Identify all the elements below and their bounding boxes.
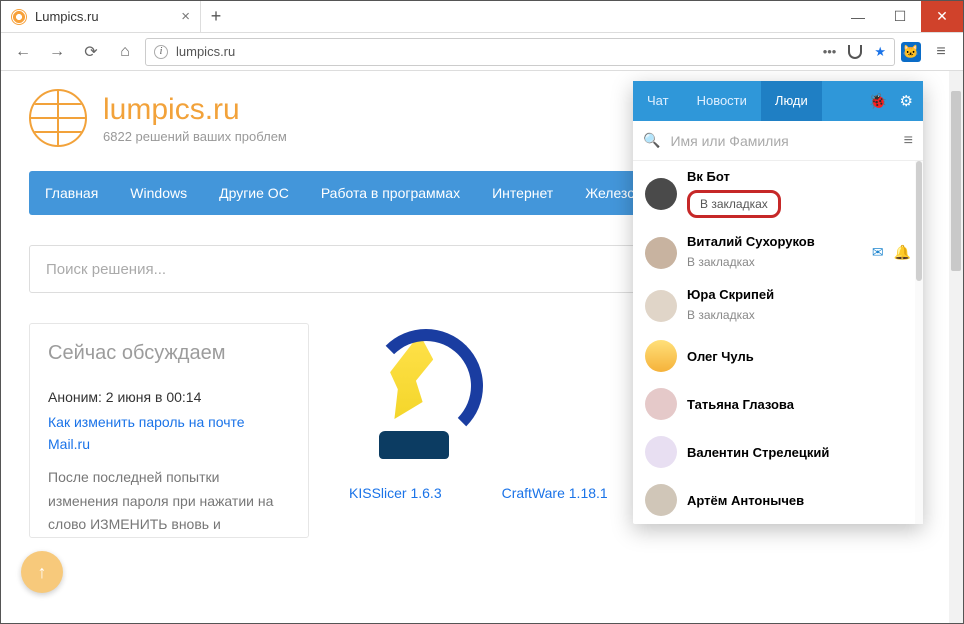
avatar [645, 484, 677, 516]
bell-icon[interactable]: 🔔 [894, 244, 911, 261]
discuss-body: После последней попытки изменения пароля… [48, 466, 290, 537]
person-name: Артём Антонычев [687, 493, 911, 508]
item-name: CraftWare 1.18.1 [502, 485, 608, 501]
site-name: lumpics.ru [103, 93, 287, 127]
person-row[interactable]: Татьяна Глазова [633, 380, 923, 428]
person-name: Юра Скрипей [687, 287, 911, 302]
discuss-heading: Сейчас обсуждаем [48, 342, 290, 365]
tab-news[interactable]: Новости [683, 81, 761, 121]
person-name: Татьяна Глазова [687, 397, 911, 412]
popup-scrollbar[interactable] [915, 161, 923, 524]
person-row[interactable]: Валентин Стрелецкий [633, 428, 923, 476]
bookmark-star-icon[interactable]: ★ [874, 44, 886, 60]
maximize-button[interactable]: ☐ [879, 1, 921, 32]
nav-link[interactable]: Windows [114, 171, 203, 215]
gear-icon[interactable]: ⚙ [900, 92, 913, 110]
avatar [645, 436, 677, 468]
minimize-button[interactable]: — [837, 1, 879, 32]
bookmarks-badge: В закладках [687, 308, 755, 322]
avatar [645, 290, 677, 322]
discuss-link[interactable]: Как изменить пароль на почте Mail.ru [48, 411, 290, 456]
browser-window: Lumpics.ru × + — ☐ ✕ ← → ⟳ ⌂ i lumpics.r… [0, 0, 964, 624]
logo-icon [29, 89, 87, 147]
bookmarks-badge: В закладках [687, 255, 755, 269]
item-name: KISSlicer 1.6.3 [349, 485, 442, 501]
extension-icon[interactable]: 🐱 [901, 42, 921, 62]
mail-icon[interactable]: ✉ [872, 244, 884, 261]
person-name: Валентин Стрелецкий [687, 445, 911, 460]
scroll-top-button[interactable]: ↑ [21, 551, 63, 593]
reload-button[interactable]: ⟳ [77, 38, 105, 66]
extension-popup: Чат Новости Люди 🐞 ⚙ 🔍 ≡ Вк Бот [633, 81, 923, 524]
person-row[interactable]: Вк Бот В закладках [633, 161, 923, 226]
avatar [645, 388, 677, 420]
nav-link[interactable]: Интернет [476, 171, 569, 215]
tab-title: Lumpics.ru [35, 9, 99, 24]
popup-tabs: Чат Новости Люди 🐞 ⚙ [633, 81, 923, 121]
url-text: lumpics.ru [176, 44, 235, 59]
toolbar: ← → ⟳ ⌂ i lumpics.ru ••• ★ 🐱 ≡ [1, 33, 963, 71]
person-name: Вк Бот [687, 169, 911, 184]
bookmarks-badge[interactable]: В закладках [687, 190, 781, 218]
back-button[interactable]: ← [9, 38, 37, 66]
person-row[interactable]: Юра Скрипей В закладках [633, 279, 923, 332]
browser-tab[interactable]: Lumpics.ru × [1, 1, 201, 32]
close-tab-icon[interactable]: × [181, 8, 190, 25]
search-icon: 🔍 [643, 132, 660, 149]
site-tagline: 6822 решений ваших проблем [103, 129, 287, 144]
bug-icon[interactable]: 🐞 [869, 92, 888, 110]
forward-button[interactable]: → [43, 38, 71, 66]
item-card[interactable]: CraftWare 1.18.1 [502, 339, 608, 538]
people-list: Вк Бот В закладках Виталий Сухоруков В з… [633, 161, 923, 524]
list-menu-icon[interactable]: ≡ [904, 132, 913, 150]
nav-link[interactable]: Главная [29, 171, 114, 215]
nav-link[interactable]: Работа в программах [305, 171, 476, 215]
site-info-icon[interactable]: i [154, 45, 168, 59]
avatar [645, 340, 677, 372]
page-actions-icon[interactable]: ••• [823, 44, 837, 59]
popup-search: 🔍 ≡ [633, 121, 923, 161]
people-search-input[interactable] [670, 133, 893, 149]
discuss-widget: Сейчас обсуждаем Аноним: 2 июня в 00:14 … [29, 323, 309, 538]
nav-link[interactable]: Другие ОС [203, 171, 305, 215]
page-content: lumpics.ru 6822 решений ваших проблем Гл… [1, 71, 963, 623]
discuss-meta: Аноним: 2 июня в 00:14 [48, 389, 290, 405]
new-tab-button[interactable]: + [201, 1, 231, 32]
person-row[interactable]: Артём Антонычев [633, 476, 923, 524]
avatar [645, 237, 677, 269]
pocket-icon[interactable] [848, 45, 862, 59]
person-row[interactable]: Олег Чуль [633, 332, 923, 380]
page-scrollbar[interactable] [949, 71, 963, 623]
favicon-icon [11, 9, 27, 25]
tab-chat[interactable]: Чат [633, 81, 683, 121]
close-window-button[interactable]: ✕ [921, 1, 963, 32]
hamburger-menu-button[interactable]: ≡ [927, 38, 955, 66]
person-row[interactable]: Виталий Сухоруков В закладках ✉ 🔔 [633, 226, 923, 279]
tab-people[interactable]: Люди [761, 81, 822, 121]
url-bar[interactable]: i lumpics.ru ••• ★ [145, 38, 895, 66]
item-thumb-icon [349, 329, 479, 459]
home-button[interactable]: ⌂ [111, 38, 139, 66]
avatar [645, 178, 677, 210]
titlebar: Lumpics.ru × + — ☐ ✕ [1, 1, 963, 33]
person-name: Виталий Сухоруков [687, 234, 862, 249]
window-controls: — ☐ ✕ [837, 1, 963, 32]
person-name: Олег Чуль [687, 349, 911, 364]
item-card[interactable]: KISSlicer 1.6.3 [349, 339, 442, 538]
